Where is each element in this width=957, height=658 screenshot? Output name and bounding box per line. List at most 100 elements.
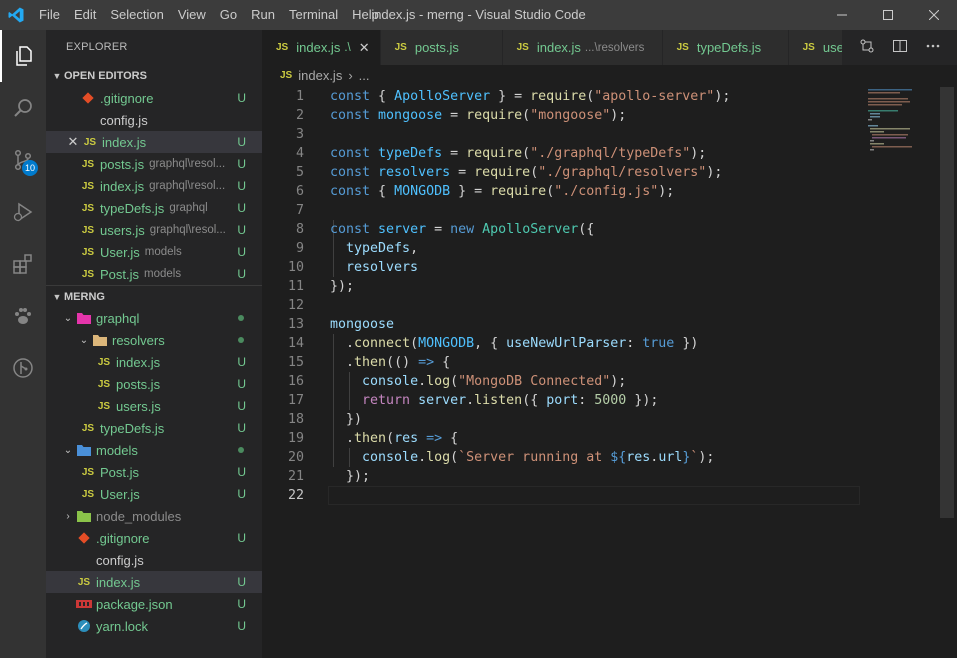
line-number: 10 [287, 260, 304, 275]
open-editor-name: users.js [100, 222, 145, 238]
js-file-icon: JS [97, 356, 111, 368]
menu-help[interactable]: Help [345, 0, 386, 30]
split-editor-icon[interactable] [892, 38, 908, 57]
open-editor-path: models [144, 246, 182, 258]
close-icon[interactable]: ✕ [359, 40, 370, 56]
file-item[interactable]: .gitignore U [46, 527, 262, 549]
file-name: yarn.lock [96, 618, 149, 634]
folder-graphql[interactable]: ⌄ graphql [46, 307, 262, 329]
line-number: 4 [295, 146, 304, 161]
file-item[interactable]: JS User.js U [46, 483, 262, 505]
open-editor-item[interactable]: JS User.js models U [46, 241, 262, 263]
file-name: User.js [100, 486, 140, 502]
open-editor-item[interactable]: .gitignore U [46, 87, 262, 109]
menu-run[interactable]: Run [244, 0, 282, 30]
open-editor-path: graphql\resol... [149, 158, 226, 170]
tab-index-js[interactable]: JS index.js .\ ✕ [262, 30, 381, 65]
file-name: config.js [96, 552, 144, 568]
tab-posts-js[interactable]: JS posts.js [380, 30, 503, 65]
tab-desc: .\ [344, 41, 351, 54]
open-editor-item[interactable]: config.js [46, 109, 262, 131]
line-number: 13 [287, 317, 304, 332]
tab-label: index.js [536, 40, 581, 55]
git-graph-icon[interactable] [0, 342, 46, 394]
js-file-icon: JS [676, 42, 689, 53]
line-number: 7 [295, 203, 304, 218]
open-editor-item[interactable]: JS Post.js models U [46, 263, 262, 285]
modified-dot [238, 315, 244, 321]
tab-users-js[interactable]: JS use [788, 30, 849, 65]
open-editor-item[interactable]: JS posts.js graphql\resol... U [46, 153, 262, 175]
tab-label: posts.js [414, 40, 459, 55]
chevron-down-icon: ▼ [52, 71, 62, 81]
yarn-icon [76, 618, 92, 634]
line-number: 21 [287, 469, 304, 484]
graphql-folder-icon [76, 310, 92, 326]
file-item[interactable]: JS typeDefs.js U [46, 417, 262, 439]
js-file-icon: JS [77, 576, 91, 588]
paw-icon[interactable] [0, 290, 46, 342]
file-item[interactable]: JS Post.js U [46, 461, 262, 483]
file-name: typeDefs.js [100, 420, 165, 436]
open-editor-item[interactable]: JS index.js graphql\resol... U [46, 175, 262, 197]
search-activity-icon[interactable] [0, 82, 46, 134]
tab-label: use [822, 40, 844, 55]
tab-typedefs-js[interactable]: JS typeDefs.js [662, 30, 789, 65]
file-item[interactable]: JS index.js U [46, 351, 262, 373]
open-changes-icon[interactable] [859, 38, 875, 57]
explorer-activity-icon[interactable] [0, 30, 46, 82]
vertical-scrollbar[interactable] [940, 87, 954, 518]
close-window-button[interactable] [911, 0, 957, 30]
menu-view[interactable]: View [171, 0, 213, 30]
line-number: 5 [295, 165, 304, 180]
maximize-button[interactable] [865, 0, 911, 30]
config-file-icon [80, 112, 96, 128]
menu-bar: File Edit Selection View Go Run Terminal… [32, 0, 386, 30]
breadcrumb-symbol[interactable]: ... [359, 65, 370, 87]
more-actions-icon[interactable] [925, 38, 941, 57]
file-item[interactable]: JS posts.js U [46, 373, 262, 395]
open-editor-item[interactable]: JS typeDefs.js graphql U [46, 197, 262, 219]
open-editor-path: graphql\resol... [149, 180, 226, 192]
folder-name: resolvers [112, 332, 165, 348]
folder-name: graphql [96, 310, 140, 326]
folder-name: node_modules [96, 508, 182, 524]
js-file-icon: JS [83, 136, 97, 148]
breadcrumb-file[interactable]: index.js [298, 65, 342, 87]
extensions-icon[interactable] [0, 238, 46, 290]
git-status: U [237, 399, 246, 413]
folder-models[interactable]: ⌄ models [46, 439, 262, 461]
folder-node-modules[interactable]: › node_modules [46, 505, 262, 527]
run-debug-icon[interactable] [0, 186, 46, 238]
file-item[interactable]: package.json U [46, 593, 262, 615]
editor-actions [842, 30, 957, 65]
open-editor-name: config.js [100, 112, 148, 128]
open-editor-item-active[interactable]: ✕ JS index.js U [46, 131, 262, 153]
minimize-button[interactable] [819, 0, 865, 30]
file-item-active[interactable]: JS index.js U [46, 571, 262, 593]
file-item[interactable]: config.js [46, 549, 262, 571]
folder-resolvers[interactable]: ⌄ resolvers [46, 329, 262, 351]
menu-edit[interactable]: Edit [67, 0, 103, 30]
menu-file[interactable]: File [32, 0, 67, 30]
chevron-down-icon: ⌄ [63, 312, 73, 324]
menu-terminal[interactable]: Terminal [282, 0, 345, 30]
open-editor-name: typeDefs.js [100, 200, 165, 216]
file-item[interactable]: yarn.lock U [46, 615, 262, 637]
menu-go[interactable]: Go [213, 0, 244, 30]
menu-selection[interactable]: Selection [103, 0, 170, 30]
js-file-icon: JS [81, 488, 95, 500]
tab-resolvers-index-js[interactable]: JS index.js ...\resolvers [502, 30, 663, 65]
file-item[interactable]: JS users.js U [46, 395, 262, 417]
modified-dot [238, 447, 244, 453]
code-editor[interactable]: 1 const { ApolloServer } = require("apoll… [262, 87, 860, 658]
explorer-sidebar: EXPLORER ▼ OPEN EDITORS .gitignore U con… [46, 30, 262, 658]
project-header[interactable]: ▼ MERNG [46, 285, 262, 307]
close-icon[interactable]: ✕ [66, 134, 80, 150]
line-number: 3 [295, 127, 304, 142]
source-control-icon[interactable]: 10 [0, 134, 46, 186]
open-editor-item[interactable]: JS users.js graphql\resol... U [46, 219, 262, 241]
breadcrumb-separator-icon: › [348, 68, 353, 83]
open-editors-header[interactable]: ▼ OPEN EDITORS [46, 65, 262, 87]
minimap[interactable] [860, 87, 940, 658]
